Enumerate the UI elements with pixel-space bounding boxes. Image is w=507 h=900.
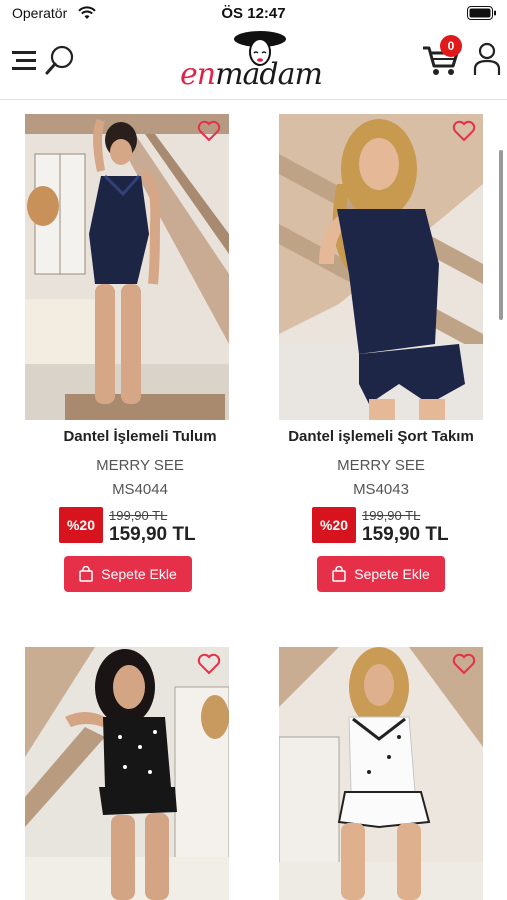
battery-icon xyxy=(467,6,496,20)
add-to-cart-label: Sepete Ekle xyxy=(354,566,430,582)
product-image[interactable] xyxy=(25,647,229,900)
app-header: enmadam 0 xyxy=(0,28,507,100)
old-price: 199,90 TL xyxy=(362,508,421,523)
heart-icon[interactable] xyxy=(197,120,221,142)
bag-icon xyxy=(332,566,346,582)
product-card[interactable] xyxy=(266,647,496,900)
add-to-cart-label: Sepete Ekle xyxy=(101,566,177,582)
product-code: MS4044 xyxy=(112,481,168,498)
logo-text: enmadam xyxy=(180,57,323,92)
cart-count-badge: 0 xyxy=(440,35,462,57)
product-brand: MERRY SEE xyxy=(96,457,184,474)
new-price: 159,90 TL xyxy=(362,524,449,545)
heart-icon[interactable] xyxy=(452,653,476,675)
add-to-cart-button[interactable]: Sepete Ekle xyxy=(317,556,445,592)
add-to-cart-button[interactable]: Sepete Ekle xyxy=(64,556,192,592)
discount-badge: %20 xyxy=(312,507,356,543)
search-icon[interactable] xyxy=(44,44,76,76)
product-card[interactable]: Dantel İşlemeli Tulum MERRY SEE MS4044 %… xyxy=(25,114,255,594)
brand-logo[interactable]: enmadam xyxy=(172,30,330,94)
user-icon[interactable] xyxy=(472,42,502,76)
status-bar: Operatör ÖS 12:47 xyxy=(0,0,507,28)
product-image[interactable] xyxy=(279,647,483,900)
discount-badge: %20 xyxy=(59,507,103,543)
product-card[interactable]: Dantel işlemeli Şort Takım MERRY SEE MS4… xyxy=(266,114,496,594)
scrollbar[interactable] xyxy=(499,150,503,320)
product-title[interactable]: Dantel işlemeli Şort Takım xyxy=(266,428,496,445)
product-card[interactable] xyxy=(25,647,255,900)
bag-icon xyxy=(79,566,93,582)
product-brand: MERRY SEE xyxy=(337,457,425,474)
product-image[interactable] xyxy=(25,114,229,420)
menu-icon[interactable] xyxy=(12,50,36,72)
old-price: 199,90 TL xyxy=(109,508,168,523)
product-title[interactable]: Dantel İşlemeli Tulum xyxy=(25,428,255,445)
product-image[interactable] xyxy=(279,114,483,420)
status-time: ÖS 12:47 xyxy=(221,5,286,22)
new-price: 159,90 TL xyxy=(109,524,196,545)
heart-icon[interactable] xyxy=(197,653,221,675)
product-code: MS4043 xyxy=(353,481,409,498)
heart-icon[interactable] xyxy=(452,120,476,142)
